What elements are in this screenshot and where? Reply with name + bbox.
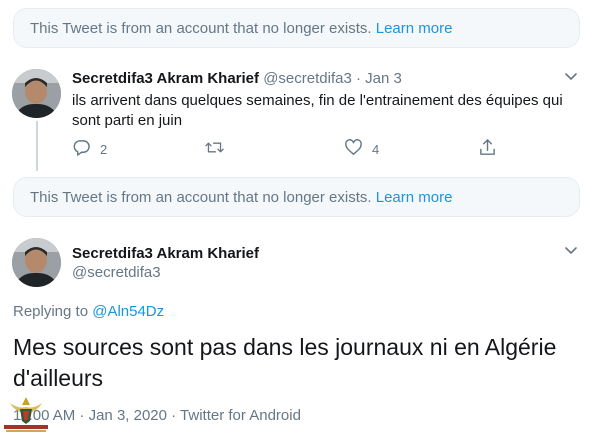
chevron-down-icon[interactable] (563, 242, 579, 258)
replying-to-link[interactable]: @Aln54Dz (92, 303, 164, 320)
replying-to: Replying to @Aln54Dz (13, 303, 164, 320)
chevron-down-icon[interactable] (563, 68, 579, 84)
retweet-button[interactable] (205, 138, 233, 160)
reply-count: 2 (100, 141, 108, 157)
watermark-logo (0, 393, 52, 434)
like-icon (344, 138, 363, 160)
avatar[interactable] (12, 238, 61, 287)
tweet-actions: 2 4 (72, 138, 512, 160)
learn-more-link[interactable]: Learn more (376, 20, 453, 37)
share-icon (478, 138, 497, 160)
like-button[interactable]: 4 (344, 138, 379, 160)
notice-text: This Tweet is from an account that no lo… (30, 20, 372, 37)
tweet-date[interactable]: Jan 3 (365, 70, 402, 87)
separator: · (355, 70, 361, 87)
unavailable-tweet-notice: This Tweet is from an account that no lo… (13, 8, 580, 48)
thread-line (36, 121, 38, 171)
learn-more-link[interactable]: Learn more (376, 189, 453, 206)
share-button[interactable] (478, 138, 497, 160)
tweet-timestamp[interactable]: 11:00 AM · Jan 3, 2020 · Twitter for And… (13, 407, 301, 424)
unavailable-tweet-notice: This Tweet is from an account that no lo… (13, 177, 580, 217)
notice-text: This Tweet is from an account that no lo… (30, 189, 372, 206)
retweet-icon (205, 138, 224, 160)
replying-label: Replying to (13, 303, 89, 320)
author-handle[interactable]: @secretdifa3 (263, 70, 352, 87)
reply-button[interactable]: 2 (72, 138, 107, 160)
author-handle[interactable]: @secretdifa3 (72, 264, 161, 281)
tweet-header: Secretdifa3 Akram Kharief @secretdifa3 ·… (72, 70, 402, 87)
avatar[interactable] (12, 69, 61, 118)
reply-icon (72, 138, 91, 160)
author-name[interactable]: Secretdifa3 Akram Kharief (72, 70, 259, 87)
like-count: 4 (372, 141, 380, 157)
tweet-text: ils arrivent dans quelques semaines, fin… (72, 92, 563, 129)
author-name[interactable]: Secretdifa3 Akram Kharief (72, 245, 259, 262)
tweet-text: Mes sources sont pas dans les journaux n… (13, 334, 557, 391)
